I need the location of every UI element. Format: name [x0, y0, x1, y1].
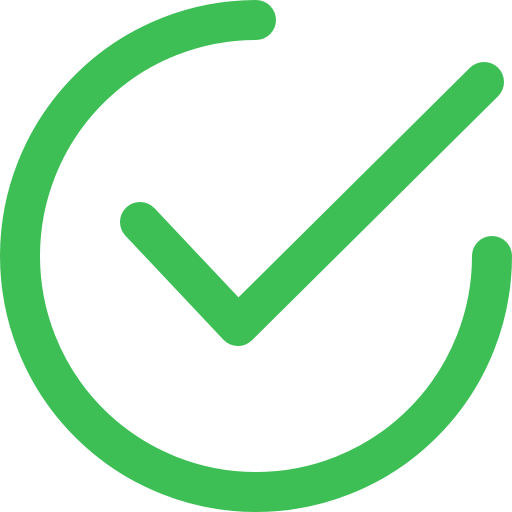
circle-arc — [0, 0, 512, 512]
check-mark — [120, 62, 504, 346]
icon-canvas — [0, 0, 512, 512]
check-circle-icon — [0, 0, 512, 512]
